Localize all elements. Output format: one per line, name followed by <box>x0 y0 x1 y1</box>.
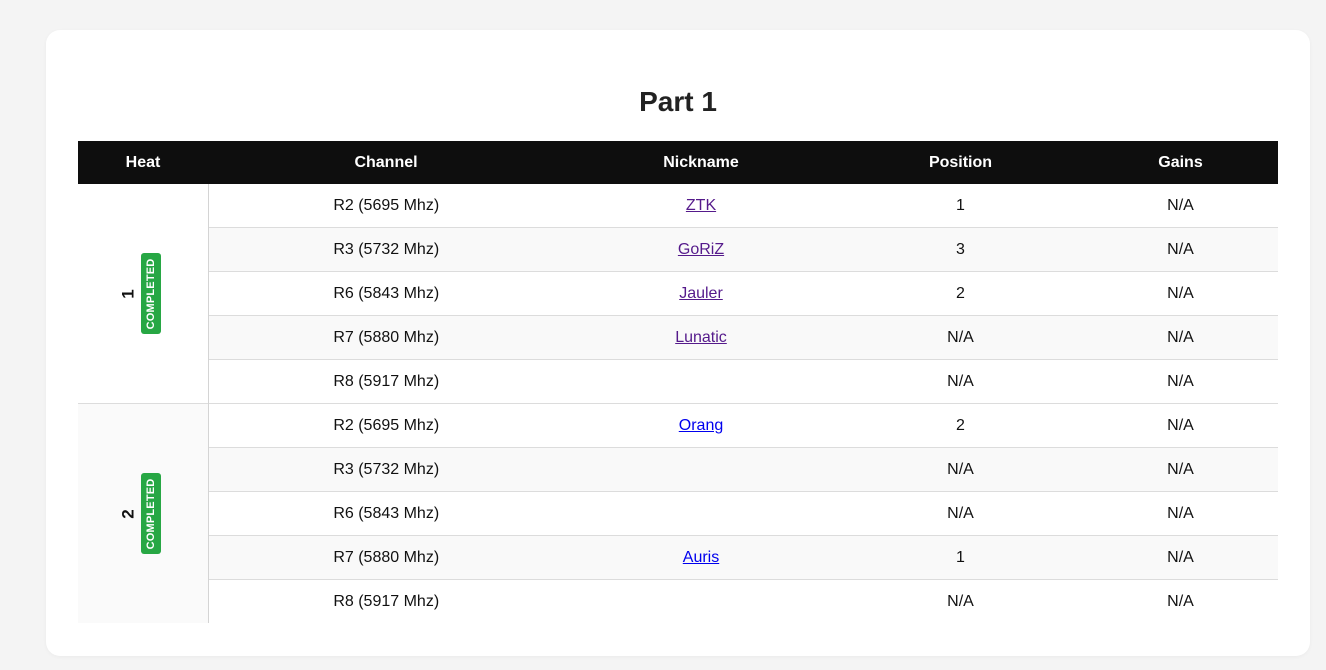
gains-cell: N/A <box>1083 315 1278 360</box>
table-row: R3 (5732 Mhz) GoRiZ 3 N/A <box>78 227 1278 272</box>
position-cell: N/A <box>838 579 1083 623</box>
heat-label-group: 1 COMPLETED <box>78 184 208 403</box>
channel-cell: R7 (5880 Mhz) <box>208 535 564 580</box>
heat-cell: 2 COMPLETED <box>78 403 209 623</box>
heat-number: 1 <box>118 288 138 299</box>
channel-cell: R2 (5695 Mhz) <box>208 403 564 448</box>
table-row: R8 (5917 Mhz) N/A N/A <box>78 359 1278 404</box>
pilot-nickname-link[interactable]: Auris <box>683 549 719 566</box>
nickname-cell <box>564 491 838 536</box>
position-cell: N/A <box>838 359 1083 404</box>
table-row: 1 COMPLETED R2 (5695 Mhz) ZTK 1 N/A <box>78 184 1278 404</box>
status-badge-label: COMPLETED <box>145 258 158 329</box>
gains-cell: N/A <box>1083 447 1278 492</box>
gains-cell: N/A <box>1083 227 1278 272</box>
pilot-nickname-link[interactable]: Lunatic <box>675 329 727 346</box>
pilot-nickname-link[interactable]: GoRiZ <box>678 241 724 258</box>
status-badge: COMPLETED <box>141 253 162 334</box>
nickname-cell: Lunatic <box>564 315 838 360</box>
channel-cell: R7 (5880 Mhz) <box>208 315 564 360</box>
nickname-cell: ZTK <box>564 184 838 228</box>
position-cell: 2 <box>838 271 1083 316</box>
heat-label-group: 2 COMPLETED <box>78 404 208 623</box>
channel-cell: R6 (5843 Mhz) <box>208 271 564 316</box>
column-header-gains: Gains <box>1083 141 1278 184</box>
column-header-channel: Channel <box>208 141 564 184</box>
table-row: R3 (5732 Mhz) N/A N/A <box>78 447 1278 492</box>
table-row: 2 COMPLETED R2 (5695 Mhz) Orang 2 N/A <box>78 403 1278 623</box>
position-cell: 1 <box>838 535 1083 580</box>
channel-cell: R8 (5917 Mhz) <box>208 579 564 623</box>
gains-cell: N/A <box>1083 491 1278 536</box>
channel-cell: R2 (5695 Mhz) <box>333 196 440 214</box>
channel-cell: R6 (5843 Mhz) <box>208 491 564 536</box>
table-row: R7 (5880 Mhz) Auris 1 N/A <box>78 535 1278 580</box>
table-row: R6 (5843 Mhz) N/A N/A <box>78 491 1278 536</box>
column-header-position: Position <box>838 141 1083 184</box>
position-cell: N/A <box>838 447 1083 492</box>
status-badge: COMPLETED <box>141 473 162 554</box>
table-row: R6 (5843 Mhz) Jauler 2 N/A <box>78 271 1278 316</box>
gains-cell: N/A <box>1083 359 1278 404</box>
table-header-row: Heat Channel Nickname Position Gains <box>78 141 1278 184</box>
heat-cell: 1 COMPLETED <box>78 184 209 404</box>
gains-cell: N/A <box>1083 271 1278 316</box>
channel-cell: R3 (5732 Mhz) <box>208 227 564 272</box>
gains-cell: N/A <box>1167 196 1194 214</box>
gains-cell: N/A <box>1083 535 1278 580</box>
nickname-cell <box>564 579 838 623</box>
page-title: Part 1 <box>639 86 717 117</box>
nickname-cell: Jauler <box>564 271 838 316</box>
position-cell: 2 <box>838 403 1083 448</box>
heat-number: 2 <box>118 508 138 519</box>
position-cell: 1 <box>956 196 965 214</box>
column-header-nickname: Nickname <box>564 141 838 184</box>
position-cell: N/A <box>838 491 1083 536</box>
pilot-nickname-link[interactable]: Jauler <box>679 285 723 302</box>
channel-cell: R3 (5732 Mhz) <box>208 447 564 492</box>
results-card: Part 1 Heat Channel Nickname Position Ga… <box>46 30 1310 656</box>
nickname-cell: Orang <box>564 403 838 448</box>
nickname-cell: GoRiZ <box>564 227 838 272</box>
gains-cell: N/A <box>1083 403 1278 448</box>
status-badge-label: COMPLETED <box>145 478 158 549</box>
table-row: R7 (5880 Mhz) Lunatic N/A N/A <box>78 315 1278 360</box>
pilot-nickname-link[interactable]: ZTK <box>686 197 716 214</box>
table-row: R8 (5917 Mhz) N/A N/A <box>78 579 1278 623</box>
position-cell: N/A <box>838 315 1083 360</box>
column-header-heat: Heat <box>78 141 208 184</box>
nickname-cell <box>564 447 838 492</box>
heat-results-table: Heat Channel Nickname Position Gains 1 CO… <box>78 141 1278 623</box>
nickname-cell: Auris <box>564 535 838 580</box>
table-body: 1 COMPLETED R2 (5695 Mhz) ZTK 1 N/A R3 (5732 M… <box>78 184 1278 623</box>
channel-cell: R8 (5917 Mhz) <box>208 359 564 404</box>
gains-cell: N/A <box>1083 579 1278 623</box>
position-cell: 3 <box>838 227 1083 272</box>
nickname-cell <box>564 359 838 404</box>
pilot-nickname-link[interactable]: Orang <box>679 417 723 434</box>
